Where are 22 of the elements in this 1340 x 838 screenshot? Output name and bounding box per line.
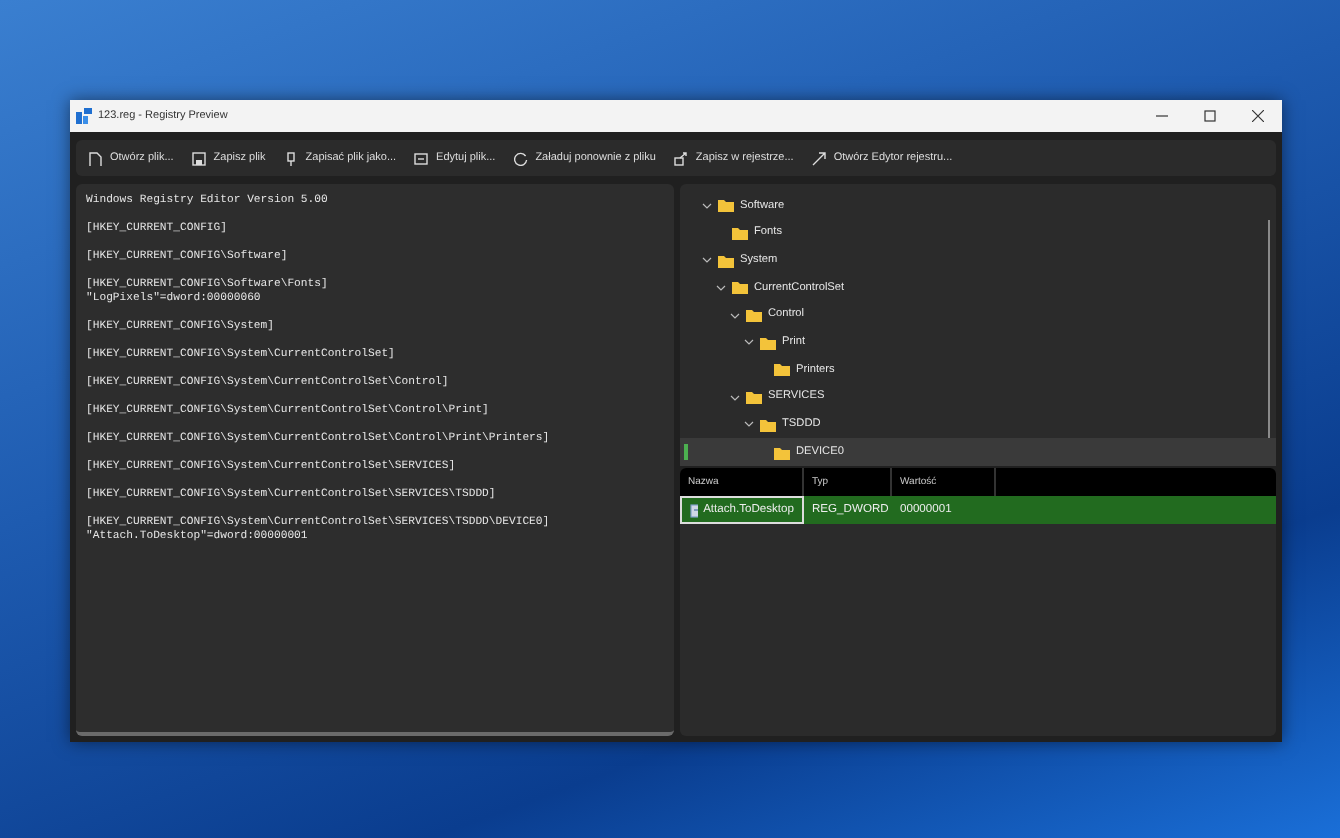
close-icon[interactable]	[1252, 110, 1264, 122]
chevron-down-icon[interactable]	[715, 283, 725, 292]
arrow-icon	[811, 151, 826, 165]
chevron-down-icon[interactable]	[743, 420, 753, 429]
value-icon	[690, 503, 698, 517]
chevron-down-icon[interactable]	[701, 256, 711, 265]
chevron-down-icon[interactable]	[701, 201, 711, 210]
reload-icon	[513, 151, 528, 165]
scrollbar[interactable]	[1267, 220, 1270, 440]
app-icon	[76, 108, 92, 124]
chevron-down-icon[interactable]	[729, 311, 739, 320]
selection-indicator	[684, 444, 687, 461]
maximize-icon[interactable]	[1204, 110, 1216, 122]
edit-icon	[414, 151, 429, 165]
file-icon	[88, 151, 102, 165]
chevron-down-icon[interactable]	[729, 393, 739, 402]
minimize-icon[interactable]	[1156, 110, 1168, 122]
pin-icon	[283, 151, 298, 165]
save-icon	[191, 151, 206, 165]
editor-pane[interactable]	[76, 184, 674, 736]
chevron-down-icon[interactable]	[743, 338, 753, 347]
export-icon	[673, 151, 688, 165]
